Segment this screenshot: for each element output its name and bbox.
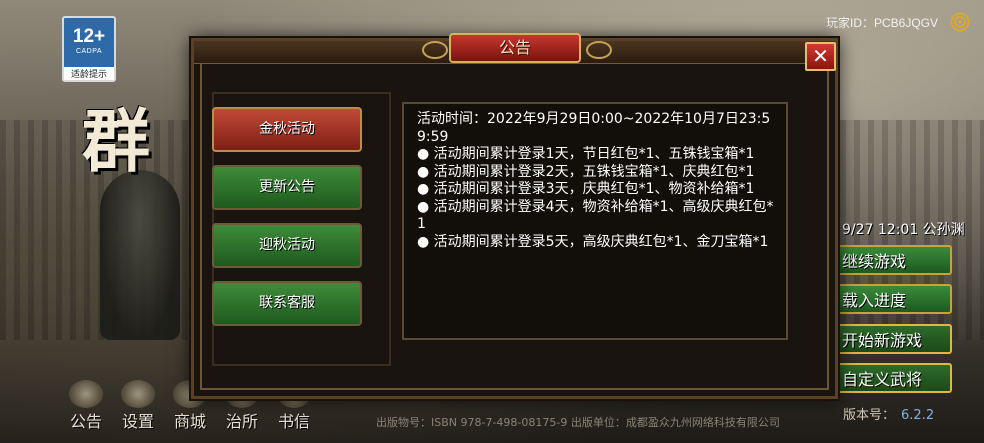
list-item: ● 活动期间累计登录4天，物资补给箱*1、高级庆典红包*1 — [417, 198, 774, 233]
list-item: ● 活动期间累计登录1天，节日红包*1、五铢钱宝箱*1 — [417, 146, 755, 162]
player-id: 玩家ID：PCB6JQGV — [826, 16, 939, 30]
version-label: 版本号： — [843, 408, 896, 423]
general-figure — [100, 170, 180, 340]
title-ornament-left-icon — [422, 41, 448, 59]
game-title-calligraphy: 群 — [82, 102, 151, 182]
age-rating-org: CADPA — [75, 48, 103, 55]
save-slot-info: 9/27 12:01 公孙渊 — [842, 222, 965, 238]
nav-notice[interactable]: 公告 — [60, 380, 112, 432]
age-rating-badge[interactable]: 12+ CADPA 适龄提示 — [62, 16, 116, 82]
announcement-dialog: 公告 ✕ 金秋活动 更新公告 迎秋活动 联系客服 活动时间：2022年9月29日… — [191, 33, 838, 399]
dialog-title: 公告 — [449, 33, 581, 63]
event-time: 活动时间：2022年9月29日0:00~2022年10月7日23:59:59 — [417, 111, 771, 145]
close-button[interactable]: ✕ — [805, 42, 836, 71]
new-game-button[interactable]: 开始新游戏 — [836, 324, 952, 354]
tab-update-notice[interactable]: 更新公告 — [212, 165, 362, 210]
title-ornament-right-icon — [586, 41, 612, 59]
publication-info: 出版物号：ISBN 978-7-498-08175-9 出版单位：成都盈众九州网… — [376, 416, 780, 429]
nav-settings-label: 设置 — [121, 412, 154, 431]
continue-game-button[interactable]: 继续游戏 — [836, 245, 952, 275]
age-rating-hint: 适龄提示 — [64, 67, 114, 80]
announcement-content: 活动时间：2022年9月29日0:00~2022年10月7日23:59:59 ●… — [402, 102, 788, 340]
list-item: ● 活动期间累计登录3天，庆典红包*1、物资补给箱*1 — [417, 181, 755, 197]
age-rating-value: 12+ — [72, 26, 106, 47]
tab-welcome-autumn[interactable]: 迎秋活动 — [212, 223, 362, 268]
load-progress-button[interactable]: 载入进度 — [836, 284, 952, 314]
gear-icon — [121, 380, 155, 408]
tab-contact-support[interactable]: 联系客服 — [212, 281, 362, 326]
custom-general-button[interactable]: 自定义武将 — [836, 363, 952, 393]
notice-icon — [69, 380, 103, 408]
nav-office-label: 治所 — [225, 412, 258, 431]
nav-shop-label: 商城 — [173, 412, 206, 431]
list-item: ● 活动期间累计登录5天，高级庆典红包*1、金刀宝箱*1 — [417, 233, 769, 250]
signal-icon[interactable] — [950, 12, 970, 32]
version-info: 版本号： 6.2.2 — [843, 404, 934, 423]
nav-settings[interactable]: 设置 — [112, 380, 164, 432]
nav-letters-label: 书信 — [277, 412, 310, 431]
list-item: ● 活动期间累计登录2天，五铢钱宝箱*1、庆典红包*1 — [417, 163, 755, 180]
version-number: 6.2.2 — [901, 408, 935, 423]
tab-autumn-event[interactable]: 金秋活动 — [212, 107, 362, 152]
nav-notice-label: 公告 — [69, 412, 102, 431]
